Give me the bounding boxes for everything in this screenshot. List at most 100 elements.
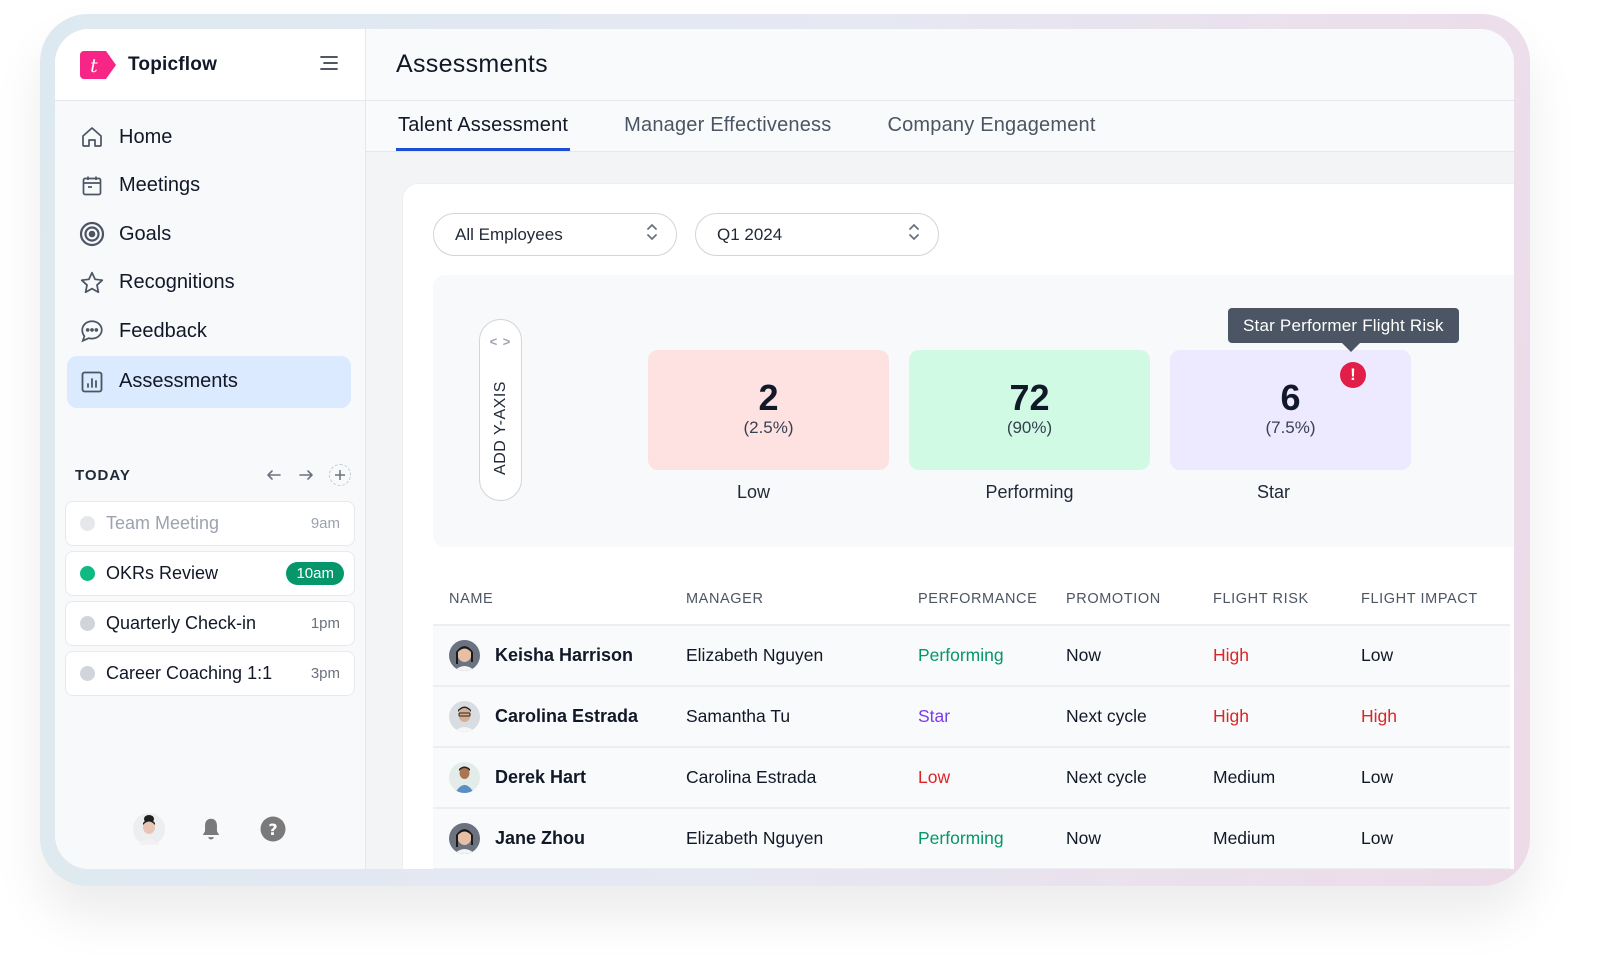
tab-manager-effectiveness[interactable]: Manager Effectiveness xyxy=(622,114,833,151)
grid-box-star[interactable]: 6 (7.5%) xyxy=(1170,350,1411,470)
talent-grid-panel: < > ADD Y-AXIS 2 (2.5%) Low 72 (90%) Per… xyxy=(433,275,1514,547)
grid-box-low[interactable]: 2 (2.5%) xyxy=(648,350,889,470)
table-row[interactable]: Keisha Harrison Elizabeth Nguyen Perform… xyxy=(433,626,1510,687)
column-header-performance[interactable]: PERFORMANCE xyxy=(918,591,1066,607)
chat-bubble-icon xyxy=(79,318,105,344)
filters: All Employees Q1 2024 xyxy=(433,213,939,256)
cell-name: Derek Hart xyxy=(433,762,686,793)
employee-name[interactable]: Carolina Estrada xyxy=(495,706,638,727)
employee-name[interactable]: Jane Zhou xyxy=(495,828,585,849)
cell-name: Jane Zhou xyxy=(433,823,686,854)
cell-performance: Performing xyxy=(918,645,1004,665)
employee-name[interactable]: Keisha Harrison xyxy=(495,645,633,666)
table-row[interactable]: Carolina Estrada Samantha Tu Star Next c… xyxy=(433,687,1510,748)
svg-text:?: ? xyxy=(268,820,277,839)
table-row[interactable]: Derek Hart Carolina Estrada Low Next cyc… xyxy=(433,748,1510,809)
column-header-manager[interactable]: MANAGER xyxy=(686,591,918,607)
arrow-left-icon[interactable] xyxy=(265,466,283,484)
sidebar-item-assessments[interactable]: Assessments xyxy=(67,355,351,408)
user-avatar[interactable] xyxy=(133,813,165,845)
event-item[interactable]: Quarterly Check-in 1pm xyxy=(65,601,355,646)
column-header-flight-risk[interactable]: FLIGHT RISK xyxy=(1213,591,1361,607)
sidebar-footer: ? xyxy=(133,813,289,845)
tab-talent-assessment[interactable]: Talent Assessment xyxy=(396,114,571,151)
calendar-icon xyxy=(79,173,105,199)
grid-box-performing[interactable]: 72 (90%) xyxy=(909,350,1150,470)
target-icon xyxy=(79,221,105,247)
cell-flight-impact: High xyxy=(1361,706,1397,726)
employee-name[interactable]: Derek Hart xyxy=(495,767,586,788)
event-name: Team Meeting xyxy=(106,513,220,533)
chevron-up-down-icon xyxy=(646,222,658,247)
help-icon[interactable]: ? xyxy=(257,813,289,845)
event-item[interactable]: OKRs Review 10am xyxy=(65,551,355,596)
employee-avatar xyxy=(449,640,480,671)
event-status-dot xyxy=(80,516,95,531)
table-header: NAME MANAGER PERFORMANCE PROMOTION FLIGH… xyxy=(433,574,1510,626)
tab-company-engagement[interactable]: Company Engagement xyxy=(885,114,1097,151)
cell-performance: Star xyxy=(918,706,951,726)
event-time: 9am xyxy=(310,515,340,532)
box-count: 6 xyxy=(1280,377,1301,418)
table-row[interactable]: Jane Zhou Elizabeth Nguyen Performing No… xyxy=(433,809,1510,869)
add-y-axis-button[interactable]: < > ADD Y-AXIS xyxy=(479,319,522,501)
sidebar-item-label: Recognitions xyxy=(119,271,235,294)
box-label: Star xyxy=(1256,482,1290,502)
topicflow-logo[interactable]: t xyxy=(80,50,116,79)
event-status-dot xyxy=(80,666,95,681)
home-icon xyxy=(79,124,105,150)
event-item[interactable]: Career Coaching 1:1 3pm xyxy=(65,651,355,696)
cell-flight-risk: Medium xyxy=(1213,828,1276,848)
column-header-flight-impact[interactable]: FLIGHT IMPACT xyxy=(1361,591,1501,607)
cell-promotion: Now xyxy=(1066,645,1102,665)
sidebar-item-label: Home xyxy=(119,125,173,148)
cell-manager: Carolina Estrada xyxy=(686,767,817,787)
event-time-badge: 10am xyxy=(286,562,344,585)
cell-promotion: Now xyxy=(1066,828,1102,848)
sidebar: t Topicflow Home Meetings Goals Recognit… xyxy=(55,29,366,869)
event-item[interactable]: Team Meeting 9am xyxy=(65,501,355,546)
sidebar-item-meetings[interactable]: Meetings xyxy=(67,162,351,211)
bell-icon[interactable] xyxy=(195,813,227,845)
sidebar-item-home[interactable]: Home xyxy=(67,113,351,162)
sidebar-item-label: Assessments xyxy=(119,370,238,392)
cell-name: Carolina Estrada xyxy=(433,701,686,732)
app-window: t Topicflow Home Meetings Goals Recognit… xyxy=(55,29,1514,869)
alert-exclamation-icon[interactable]: ! xyxy=(1340,362,1366,388)
menu-toggle-icon[interactable] xyxy=(319,53,339,73)
app-name: Topicflow xyxy=(128,53,218,75)
employee-avatar xyxy=(449,823,480,854)
column-header-promotion[interactable]: PROMOTION xyxy=(1066,591,1213,607)
add-event-icon[interactable] xyxy=(329,464,351,486)
event-time: 3pm xyxy=(310,665,340,682)
today-title: TODAY xyxy=(75,466,131,484)
cell-flight-impact: Low xyxy=(1361,828,1394,848)
select-value: All Employees xyxy=(455,224,563,244)
talent-assessment-card: All Employees Q1 2024 < > ADD Y-AXIS 2 (… xyxy=(402,183,1514,869)
employee-group-select[interactable]: All Employees xyxy=(433,213,677,256)
box-percent: (90%) xyxy=(1006,418,1053,437)
page-header: Assessments xyxy=(366,29,1514,101)
cell-flight-risk: Medium xyxy=(1213,767,1276,787)
period-select[interactable]: Q1 2024 xyxy=(695,213,939,256)
cell-flight-risk: High xyxy=(1213,645,1249,665)
cell-flight-impact: Low xyxy=(1361,645,1394,665)
box-percent: (7.5%) xyxy=(1265,418,1316,437)
event-name: Quarterly Check-in xyxy=(106,613,257,633)
flight-risk-tooltip: Star Performer Flight Risk xyxy=(1228,308,1459,352)
sidebar-item-recognitions[interactable]: Recognitions xyxy=(67,259,351,308)
main-content: Assessments Talent Assessment Manager Ef… xyxy=(366,29,1514,869)
today-header: TODAY xyxy=(65,464,355,486)
bar-chart-icon xyxy=(79,369,105,395)
add-y-axis-label: ADD Y-AXIS xyxy=(491,381,509,475)
employee-avatar xyxy=(449,701,480,732)
arrow-right-icon[interactable] xyxy=(297,466,315,484)
cell-performance: Performing xyxy=(918,828,1004,848)
select-value: Q1 2024 xyxy=(717,224,783,244)
box-label: Low xyxy=(736,482,771,502)
sidebar-item-feedback[interactable]: Feedback xyxy=(67,307,351,356)
sidebar-item-goals[interactable]: Goals xyxy=(67,210,351,259)
cell-manager: Elizabeth Nguyen xyxy=(686,645,824,665)
column-header-name[interactable]: NAME xyxy=(433,591,686,607)
box-label: Performing xyxy=(985,482,1074,502)
